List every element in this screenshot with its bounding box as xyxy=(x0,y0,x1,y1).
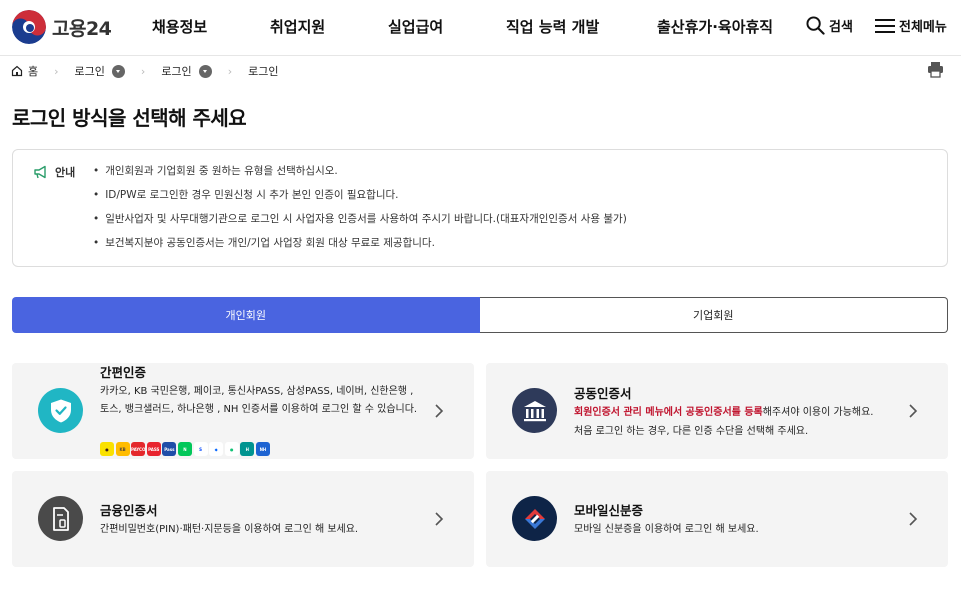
chevron-right-icon xyxy=(435,512,444,526)
bank-logo-row: ● KB PAYCO PASS Pass N S ◆ ● H NH xyxy=(100,442,272,456)
search-button[interactable]: 검색 xyxy=(806,16,853,35)
breadcrumb-home-label: 홈 xyxy=(28,65,39,78)
chevron-down-icon[interactable] xyxy=(198,64,212,78)
chevron-right-icon xyxy=(909,512,918,526)
mobile-id-card[interactable]: 모바일신분증 모바일 신분증을 이용하여 로그인 해 보세요. xyxy=(486,471,948,567)
shield-check-icon xyxy=(38,388,83,433)
tab-personal-member[interactable]: 개인회원 xyxy=(12,297,480,333)
search-label: 검색 xyxy=(829,20,853,35)
print-button[interactable] xyxy=(927,61,944,82)
simple-auth-title: 간편인증 xyxy=(100,365,147,380)
joint-cert-title: 공동인증서 xyxy=(574,386,632,401)
breadcrumb-item-1[interactable]: 로그인 xyxy=(75,63,125,79)
joint-cert-register-link[interactable]: 회원인증서 관리 메뉴에서 공동인증서를 등록 xyxy=(574,407,763,418)
printer-icon xyxy=(928,62,943,78)
page-title: 로그인 방식을 선택해 주세요 xyxy=(12,106,247,130)
taegeuk-logo-icon xyxy=(12,10,46,44)
joint-cert-card[interactable]: 공동인증서 회원인증서 관리 메뉴에서 공동인증서를 등록해주셔야 이용이 가능… xyxy=(486,363,948,459)
bank-logo-toss-icon: ◆ xyxy=(209,442,224,456)
notice-item: 보건복지분야 공동인증서는 개인/기업 사업장 회원 대상 무료로 제공합니다. xyxy=(93,236,627,260)
finance-cert-title: 금융인증서 xyxy=(100,503,158,518)
notice-item: 일반사업자 및 사무대행기관으로 로그인 시 사업자용 인증서를 사용하여 주시… xyxy=(93,212,627,236)
bank-logo-naver-icon: N xyxy=(177,442,192,456)
bank-building-icon xyxy=(512,388,557,433)
notice-item: ID/PW로 로그인한 경우 민원신청 시 추가 본인 인증이 필요합니다. xyxy=(93,188,627,212)
breadcrumb-item-2[interactable]: 로그인 xyxy=(161,63,212,79)
breadcrumb-item-label: 로그인 xyxy=(248,65,279,78)
bank-logo-kb-icon: KB xyxy=(115,442,130,456)
bank-logo-banksalad-icon: ● xyxy=(224,442,239,456)
search-icon xyxy=(806,16,825,35)
nav-vocational-training[interactable]: 직업 능력 개발 xyxy=(506,16,599,37)
finance-cert-desc: 간편비밀번호(PIN)·패턴·지문등을 이용하여 로그인 해 보세요. xyxy=(100,524,359,535)
notice-header: 안내 xyxy=(33,164,75,180)
notice-box: 안내 개인회원과 기업회원 중 원하는 유형을 선택하십시오. ID/PW로 로… xyxy=(12,149,948,267)
notice-item: 개인회원과 기업회원 중 원하는 유형을 선택하십시오. xyxy=(93,164,627,188)
bank-logo-pass-icon: PASS xyxy=(146,442,161,456)
breadcrumb-home[interactable]: 홈 xyxy=(11,63,38,79)
simple-auth-desc: 카카오, KB 국민은행, 페이코, 통신사PASS, 삼성PASS, 네이버,… xyxy=(100,386,418,415)
mobile-id-icon xyxy=(512,496,557,541)
bank-logo-kakao-icon: ● xyxy=(100,442,114,456)
breadcrumb-item-label: 로그인 xyxy=(74,65,105,78)
all-menu-button[interactable]: 전체메뉴 xyxy=(875,16,947,35)
site-header: 고용24 채용정보 취업지원 실업급여 직업 능력 개발 출산휴가·육아휴직 검… xyxy=(0,0,961,56)
breadcrumb: 홈 › 로그인 › 로그인 › 로그인 xyxy=(11,63,278,79)
chevron-right-icon: › xyxy=(54,64,59,78)
notice-label: 안내 xyxy=(55,166,76,179)
hamburger-menu-icon xyxy=(875,18,895,33)
simple-auth-card[interactable]: 간편인증 카카오, KB 국민은행, 페이코, 통신사PASS, 삼성PASS,… xyxy=(12,363,474,459)
certificate-document-icon xyxy=(38,496,83,541)
chevron-right-icon: › xyxy=(140,64,146,78)
bank-logo-nh-icon: NH xyxy=(255,442,270,456)
nav-recruit[interactable]: 채용정보 xyxy=(152,16,207,37)
nav-parental-leave[interactable]: 출산휴가·육아휴직 xyxy=(657,16,773,37)
finance-cert-card[interactable]: 금융인증서 간편비밀번호(PIN)·패턴·지문등을 이용하여 로그인 해 보세요… xyxy=(12,471,474,567)
megaphone-icon xyxy=(34,165,46,179)
mobile-id-title: 모바일신분증 xyxy=(574,503,644,518)
logo-text: 고용24 xyxy=(52,17,112,40)
chevron-down-icon[interactable] xyxy=(111,64,125,78)
breadcrumb-current: 로그인 xyxy=(248,63,278,79)
bank-logo-samsung-pass-icon: Pass xyxy=(162,442,177,456)
joint-cert-desc2: 처음 로그인 하는 경우, 다른 인증 수단을 선택해 주세요. xyxy=(574,426,809,437)
bank-logo-hana-icon: H xyxy=(240,442,255,456)
bank-logo-shinhan-icon: S xyxy=(193,442,208,456)
chevron-right-icon: › xyxy=(227,64,233,78)
nav-employment-support[interactable]: 취업지원 xyxy=(270,16,325,37)
chevron-right-icon xyxy=(909,404,918,418)
all-menu-label: 전체메뉴 xyxy=(899,20,947,35)
nav-unemployment-benefit[interactable]: 실업급여 xyxy=(388,16,443,37)
mobile-id-desc: 모바일 신분증을 이용하여 로그인 해 보세요. xyxy=(574,524,759,535)
joint-cert-desc: 회원인증서 관리 메뉴에서 공동인증서를 등록해주셔야 이용이 가능해요. 처음… xyxy=(574,403,904,441)
bank-logo-payco-icon: PAYCO xyxy=(131,442,146,456)
joint-cert-desc-rest: 해주셔야 이용이 가능해요. xyxy=(762,407,874,418)
chevron-right-icon xyxy=(435,404,444,418)
member-type-tabs: 개인회원 기업회원 xyxy=(12,297,948,333)
breadcrumb-item-label: 로그인 xyxy=(161,65,192,78)
notice-list: 개인회원과 기업회원 중 원하는 유형을 선택하십시오. ID/PW로 로그인한… xyxy=(93,164,627,260)
tab-business-member[interactable]: 기업회원 xyxy=(479,297,948,333)
site-logo[interactable]: 고용24 xyxy=(12,10,112,44)
home-icon xyxy=(11,65,23,77)
